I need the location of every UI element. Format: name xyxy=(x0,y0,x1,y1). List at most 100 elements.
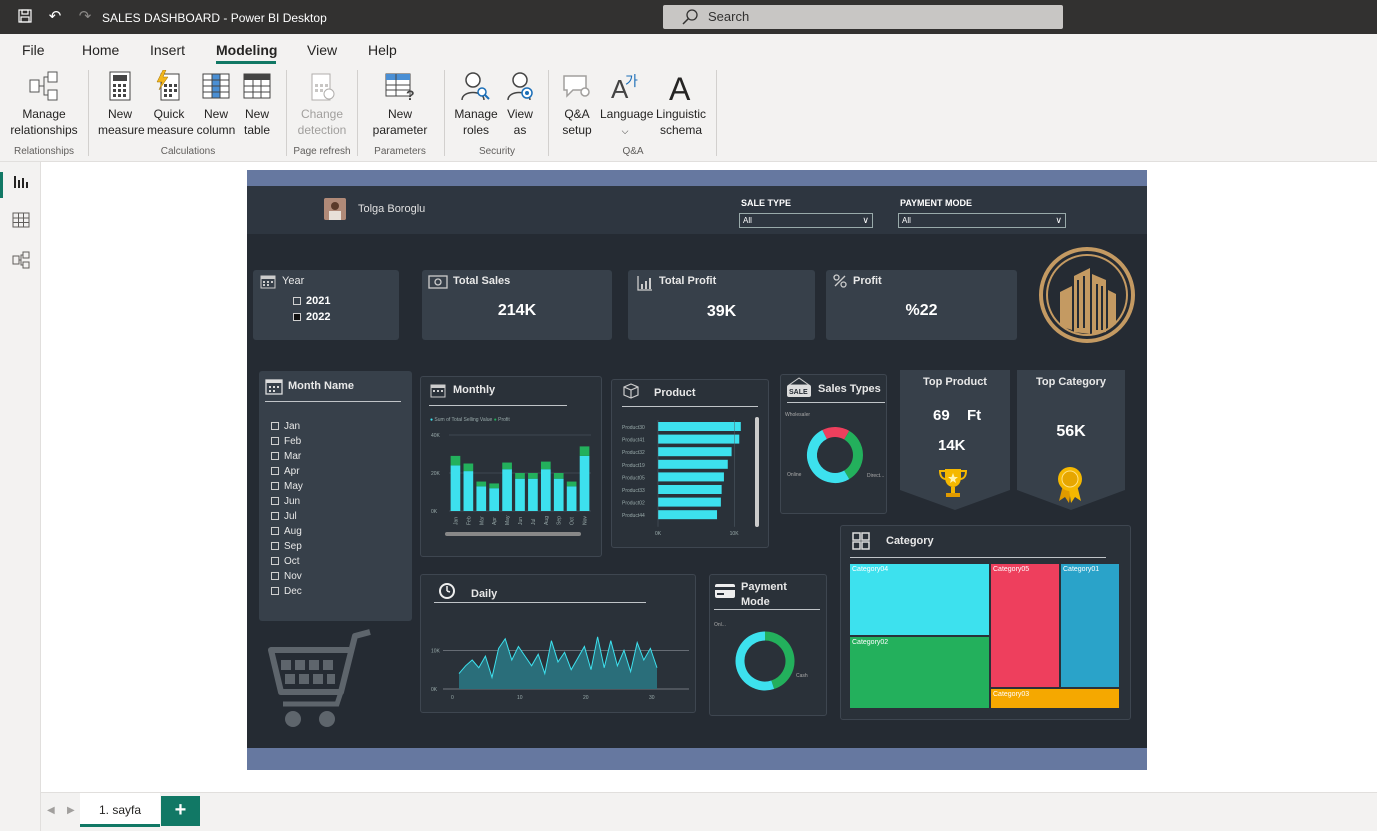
group-separator xyxy=(716,70,717,156)
total-sales-title: Total Sales xyxy=(453,275,511,287)
month-option[interactable]: Oct xyxy=(271,556,300,567)
month-option[interactable]: Jun xyxy=(271,496,300,507)
daily-title: Daily xyxy=(471,588,498,600)
bar-sales xyxy=(579,455,590,511)
save-icon[interactable] xyxy=(16,8,34,26)
sale-type-dropdown[interactable]: All ∨ xyxy=(739,213,873,228)
page-tabs-bar: ◀ ▶ 1. sayfa + xyxy=(41,792,1377,831)
tab-view[interactable]: View xyxy=(307,42,337,58)
tab-insert[interactable]: Insert xyxy=(150,42,185,58)
month-option[interactable]: Feb xyxy=(271,436,301,447)
chart-scrollbar[interactable] xyxy=(755,417,759,527)
year-option-2022[interactable]: 2022 xyxy=(293,311,330,323)
avatar xyxy=(324,198,346,220)
language-label: Language xyxy=(600,107,654,121)
chart-scrollbar[interactable] xyxy=(445,532,581,536)
treemap-cell-category03[interactable]: Category03 xyxy=(990,688,1120,709)
tab-help[interactable]: Help xyxy=(368,42,397,58)
qa-setup-button[interactable]: Q&A setup xyxy=(556,70,598,138)
money-icon xyxy=(428,275,448,289)
month-option[interactable]: Nov xyxy=(271,571,302,582)
x-tick-label: Jun xyxy=(518,517,524,525)
month-option[interactable]: Aug xyxy=(271,526,302,537)
quick-measure-label: Quick measure xyxy=(147,107,194,137)
manage-relationships-button[interactable]: Manage relationships xyxy=(6,70,82,138)
month-label: Jul xyxy=(284,511,297,522)
x-tick-label: 30 xyxy=(649,695,655,701)
treemap-cell-category01[interactable]: Category01 xyxy=(1060,563,1120,688)
month-option[interactable]: Sep xyxy=(271,541,302,552)
new-table-label: New table xyxy=(243,107,271,137)
redo-icon[interactable]: ↷ xyxy=(76,8,94,26)
new-column-button[interactable]: New column xyxy=(192,70,240,138)
y-tick-label: 10K xyxy=(431,648,441,654)
x-tick-label: Feb xyxy=(466,516,472,525)
quick-measure-button[interactable]: Quick measure xyxy=(145,70,194,138)
donut-label: Onl... xyxy=(714,622,726,628)
report-view-icon[interactable] xyxy=(11,172,31,192)
view-as-label: View as xyxy=(507,107,533,137)
view-as-button[interactable]: View as xyxy=(500,70,540,138)
checkbox xyxy=(271,557,279,566)
manage-roles-button[interactable]: Manage roles xyxy=(452,70,500,138)
chevron-down-icon: ∨ xyxy=(862,215,869,225)
parameter-icon: ? xyxy=(385,73,415,102)
group-parameters: Parameters xyxy=(374,146,426,157)
report-header: Tolga Boroglu SALE TYPE All ∨ PAYMENT MOD… xyxy=(247,186,1147,234)
table-view-icon[interactable] xyxy=(11,210,31,230)
y-tick-label: Product44 xyxy=(622,513,645,519)
change-detection-label: Change detection xyxy=(297,107,347,137)
linguistic-schema-button[interactable]: A Linguistic schema xyxy=(652,70,710,138)
checkbox xyxy=(271,497,279,506)
treemap-cell-category04[interactable]: Category04 xyxy=(849,563,990,636)
page-tab-1[interactable]: 1. sayfa xyxy=(80,793,160,827)
building-logo-icon xyxy=(1039,247,1135,343)
treemap-cell-category02[interactable]: Category02 xyxy=(849,636,990,709)
payment-mode-value: All xyxy=(902,216,911,225)
prev-page-icon[interactable]: ◀ xyxy=(47,805,55,816)
new-measure-button[interactable]: New measure xyxy=(96,70,145,138)
grid-icon xyxy=(852,532,870,550)
month-option[interactable]: Jul xyxy=(271,511,297,522)
add-page-button[interactable]: + xyxy=(161,796,200,826)
new-parameter-button[interactable]: ? New parameter xyxy=(362,70,438,138)
model-view-icon[interactable] xyxy=(11,250,31,270)
month-option[interactable]: May xyxy=(271,481,303,492)
search-input[interactable]: Search xyxy=(663,5,1063,29)
tab-home[interactable]: Home xyxy=(82,42,119,58)
title-bar: ↶ ↷ SALES DASHBOARD - Power BI Desktop S… xyxy=(0,0,1377,34)
x-tick-label: May xyxy=(505,515,511,525)
group-relationships: Relationships xyxy=(13,146,75,157)
tab-file[interactable]: File xyxy=(22,42,45,58)
bar-profit xyxy=(450,455,461,466)
title-underline xyxy=(622,406,758,407)
group-separator xyxy=(548,70,549,156)
category-treemap-card: Category Category04 Category05 Category0… xyxy=(840,525,1131,720)
checkbox xyxy=(271,512,279,521)
new-table-button[interactable]: New table xyxy=(234,70,280,138)
daily-area-chart: 0K 10K 0 10 20 30 xyxy=(431,636,689,701)
next-page-icon[interactable]: ▶ xyxy=(67,805,75,816)
month-option[interactable]: Mar xyxy=(271,451,301,462)
daily-chart-card: Daily 0K 10K 0 10 20 30 xyxy=(420,574,696,713)
treemap-cell-category05[interactable]: Category05 xyxy=(990,563,1060,688)
year-option-2021[interactable]: 2021 xyxy=(293,295,330,307)
report-bottom-band xyxy=(247,748,1147,770)
donut-slice xyxy=(764,631,795,690)
donut-slice xyxy=(807,430,850,483)
donut-slice xyxy=(822,427,850,440)
payment-mode-dropdown[interactable]: All ∨ xyxy=(898,213,1066,228)
product-bar xyxy=(658,485,722,494)
bar-sales xyxy=(566,486,577,511)
payment-mode-title-line2: Mode xyxy=(741,596,770,608)
undo-icon[interactable]: ↶ xyxy=(46,8,64,26)
month-option[interactable]: Apr xyxy=(271,466,300,477)
month-option[interactable]: Jan xyxy=(271,421,300,432)
month-option[interactable]: Dec xyxy=(271,586,302,597)
treemap-label: Category05 xyxy=(993,566,1030,573)
language-button[interactable]: A가 Language ⌵ xyxy=(598,70,654,139)
tab-modeling[interactable]: Modeling xyxy=(216,42,277,58)
donut-slice xyxy=(843,430,863,480)
group-separator xyxy=(88,70,89,156)
change-detection-button[interactable]: Change detection xyxy=(292,70,352,138)
